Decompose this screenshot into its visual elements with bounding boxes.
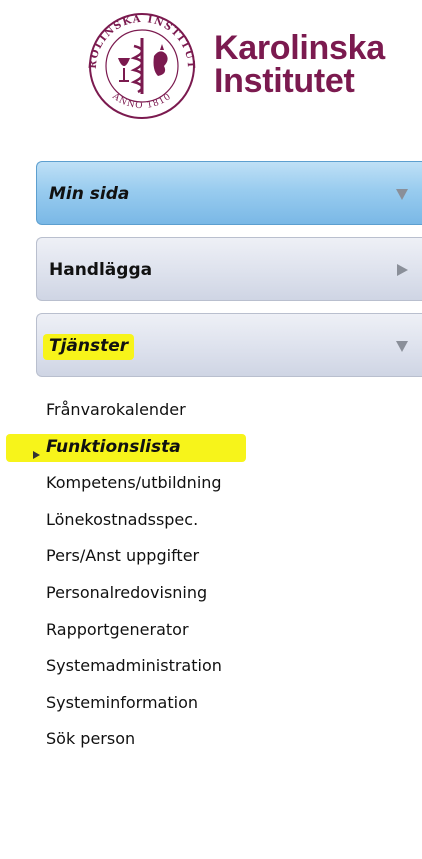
- submenu-item-systeminformation[interactable]: Systeminformation: [0, 685, 422, 722]
- panel-label-highlighted: Tjänster: [43, 314, 135, 378]
- submenu-item-systemadministration[interactable]: Systemadministration: [0, 648, 422, 685]
- panel-label: Min sida: [49, 184, 130, 204]
- logo-name-line2: Institutet: [214, 62, 355, 100]
- chevron-right-icon: [397, 264, 408, 276]
- panel-tjanster[interactable]: Tjänster: [36, 313, 422, 377]
- logo-name-line1: Karolinska: [214, 29, 385, 67]
- submenu-item-franvarokalender[interactable]: Frånvarokalender: [0, 392, 422, 429]
- submenu-item-pers-anst[interactable]: Pers/Anst uppgifter: [0, 538, 422, 575]
- submenu-tjanster: Frånvarokalender Funktionslista Kompeten…: [0, 392, 422, 758]
- karolinska-seal-icon: KAROLINSKA INSTITUTET ANNO 1810: [74, 4, 195, 119]
- submenu-item-rapportgenerator[interactable]: Rapportgenerator: [0, 612, 422, 649]
- sidebar-navigation: KAROLINSKA INSTITUTET ANNO 1810 Karolins…: [0, 0, 422, 859]
- submenu-item-lonekostnadsspec[interactable]: Lönekostnadsspec.: [0, 502, 422, 539]
- logo-wordmark: Karolinska Institutet: [214, 29, 385, 100]
- submenu-item-sok-person[interactable]: Sök person: [0, 721, 422, 758]
- chevron-down-icon: [396, 189, 408, 200]
- submenu-item-current: Funktionslista: [33, 436, 181, 459]
- panel-label: Handlägga: [49, 260, 153, 280]
- panel-min-sida[interactable]: Min sida: [36, 161, 422, 225]
- submenu-item-label: Funktionslista: [46, 436, 181, 457]
- submenu-item-personalredovisning[interactable]: Personalredovisning: [0, 575, 422, 612]
- submenu-item-kompetens[interactable]: Kompetens/utbildning: [0, 465, 422, 502]
- current-item-pointer-icon: [33, 450, 40, 459]
- karolinska-logo[interactable]: KAROLINSKA INSTITUTET ANNO 1810 Karolins…: [74, 4, 385, 120]
- submenu-item-funktionslista[interactable]: Funktionslista: [0, 429, 422, 466]
- chevron-down-icon: [396, 341, 408, 352]
- panel-handlagga[interactable]: Handlägga: [36, 237, 422, 301]
- highlight-marker: Tjänster: [43, 334, 135, 360]
